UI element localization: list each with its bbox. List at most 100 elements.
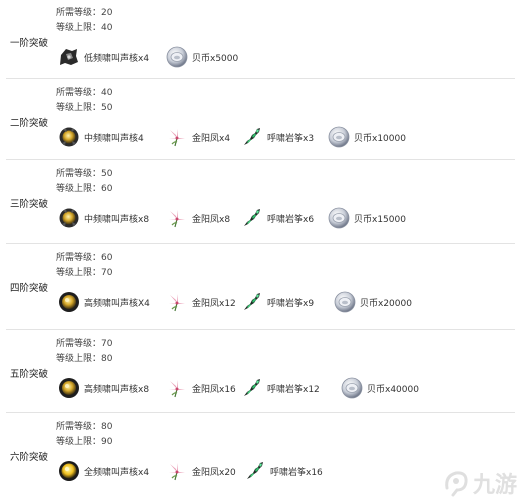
required-level-value: 80 [101,422,113,432]
core-mid-icon [58,126,80,148]
required-level-value: 70 [101,339,113,349]
crystal-icon [241,291,263,313]
material-item: 贝币x5000 [166,46,238,68]
required-level-value: 40 [101,88,113,98]
ninegame-logo-icon [441,468,471,498]
material-item: 金阳凤x16 [166,377,236,399]
material-item: 呼啸岩筝x16 [244,460,323,482]
stage-name: 五阶突破 [10,369,49,380]
shell-coin-icon [334,291,356,313]
material-item: 呼啸岩筝x3 [241,126,314,148]
required-level-label: 所需等级： [56,339,102,349]
material-label: 呼啸岩筝x6 [267,214,315,225]
level-cap-label: 等级上限： [56,354,102,364]
required-level-label: 所需等级： [56,422,102,432]
level-cap: 等级上限：90 [56,436,112,448]
level-cap-label: 等级上限： [56,103,102,113]
material-item: 贝币x20000 [334,291,412,313]
level-cap-label: 等级上限： [56,268,102,278]
row-divider [6,329,515,330]
flower-icon [166,291,188,313]
material-item: 低频啸叫声核x4 [58,46,149,68]
crystal-icon [241,207,263,229]
material-label: 高频啸叫声核X4 [84,298,150,309]
watermark-text: 九游 [472,473,517,498]
material-label: 贝币x20000 [360,298,412,309]
level-cap-label: 等级上限： [56,23,102,33]
stage-name: 四阶突破 [10,283,49,294]
required-level: 所需等级：80 [56,421,112,433]
flower-icon [166,126,188,148]
core-mid-icon [58,207,80,229]
crystal-icon [241,126,263,148]
flower-icon [166,377,188,399]
material-label: 呼啸岩筝x16 [270,467,323,478]
level-cap: 等级上限：70 [56,267,112,279]
level-cap-value: 90 [101,437,113,447]
level-cap: 等级上限：50 [56,102,112,114]
required-level-label: 所需等级： [56,88,102,98]
level-cap-label: 等级上限： [56,184,102,194]
core-high-icon [58,377,80,399]
stage-name: 二阶突破 [10,118,49,129]
material-item: 金阳凤x8 [166,207,230,229]
flower-icon [166,207,188,229]
row-divider [6,78,515,79]
required-level: 所需等级：60 [56,252,112,264]
material-label: 低频啸叫声核x4 [84,53,150,64]
material-item: 呼啸岩筝x6 [241,207,314,229]
material-item: 中频啸叫声核4 [58,126,144,148]
material-item: 贝币x10000 [328,126,406,148]
level-cap: 等级上限：40 [56,22,112,34]
material-label: 中频啸叫声核x8 [84,214,150,225]
material-label: 中频啸叫声核4 [84,133,144,144]
level-cap-value: 50 [101,103,113,113]
material-label: 呼啸岩筝x12 [267,384,320,395]
level-cap-value: 60 [101,184,113,194]
material-item: 呼啸岩筝x9 [241,291,314,313]
material-item: 金阳凤x4 [166,126,230,148]
required-level-label: 所需等级： [56,253,102,263]
material-item: 金阳凤x20 [166,460,236,482]
breakthrough-stages: 所需等级：20 等级上限：40 一阶突破 低频啸叫声核x4 贝币x5000 所需等级：40… [0,0,521,500]
core-full-icon [58,460,80,482]
material-label: 高频啸叫声核x8 [84,384,150,395]
watermark: 九游 [441,468,517,498]
material-label: 贝币x5000 [192,53,239,64]
stage-name: 三阶突破 [10,199,49,210]
crystal-icon [241,377,263,399]
material-label: 全频啸叫声核x4 [84,467,150,478]
material-label: 金阳凤x16 [192,384,236,395]
required-level: 所需等级：40 [56,87,112,99]
material-label: 金阳凤x20 [192,467,236,478]
row-divider [6,159,515,160]
material-label: 金阳凤x8 [192,214,231,225]
material-item: 金阳凤x12 [166,291,236,313]
level-cap: 等级上限：80 [56,353,112,365]
material-label: 金阳凤x4 [192,133,231,144]
stage-name: 一阶突破 [10,38,49,49]
stage-name: 六阶突破 [10,452,49,463]
shell-coin-icon [341,377,363,399]
material-label: 金阳凤x12 [192,298,236,309]
material-item: 呼啸岩筝x12 [241,377,320,399]
required-level-value: 20 [101,8,113,18]
required-level-value: 60 [101,253,113,263]
material-label: 呼啸岩筝x3 [267,133,315,144]
core-high-icon [58,291,80,313]
material-item: 中频啸叫声核x8 [58,207,149,229]
crystal-icon [244,460,266,482]
material-label: 呼啸岩筝x9 [267,298,315,309]
shell-coin-icon [328,207,350,229]
required-level: 所需等级：50 [56,168,112,180]
required-level-label: 所需等级： [56,169,102,179]
material-item: 高频啸叫声核x8 [58,377,149,399]
required-level-label: 所需等级： [56,8,102,18]
required-level: 所需等级：20 [56,7,112,19]
level-cap: 等级上限：60 [56,183,112,195]
material-item: 贝币x40000 [341,377,419,399]
material-label: 贝币x15000 [354,214,406,225]
material-label: 贝币x40000 [367,384,419,395]
material-item: 全频啸叫声核x4 [58,460,149,482]
level-cap-value: 40 [101,23,113,33]
